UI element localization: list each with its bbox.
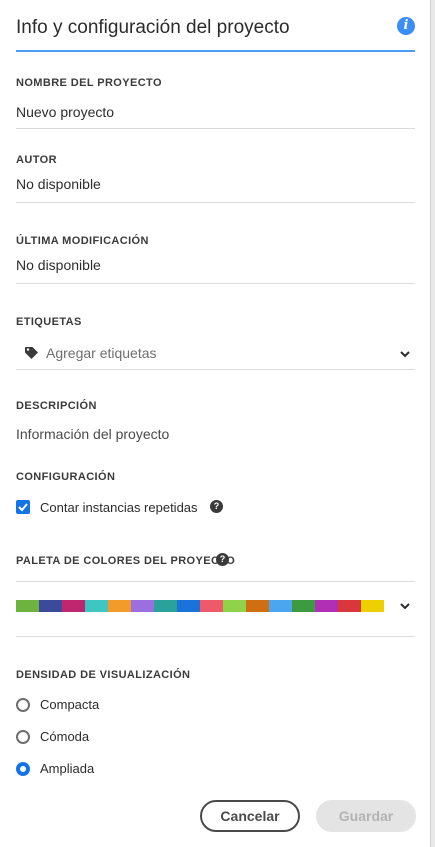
help-icon[interactable]: ? — [216, 553, 229, 566]
radio-compact[interactable] — [16, 698, 30, 712]
count-repeated-checkbox[interactable] — [16, 500, 30, 514]
tag-icon — [25, 347, 38, 359]
divider — [16, 202, 415, 203]
palette-swatch — [85, 600, 108, 612]
tags-label: ETIQUETAS — [16, 316, 82, 328]
info-icon[interactable]: i — [397, 17, 415, 35]
count-repeated-label[interactable]: Contar instancias repetidas — [40, 500, 198, 515]
project-name-field[interactable]: Nuevo proyecto — [16, 104, 114, 120]
chevron-down-icon[interactable] — [399, 348, 411, 360]
help-icon[interactable]: ? — [210, 500, 223, 513]
description-field[interactable]: Información del proyecto — [16, 426, 169, 442]
dialog-title: Info y configuración del proyecto — [16, 17, 290, 38]
palette-swatch — [223, 600, 246, 612]
tags-placeholder: Agregar etiquetas — [46, 345, 157, 361]
palette-swatch — [154, 600, 177, 612]
divider — [16, 636, 415, 637]
palette-swatch — [246, 600, 269, 612]
palette-swatch — [338, 600, 361, 612]
palette-swatch — [39, 600, 62, 612]
palette-swatch — [108, 600, 131, 612]
last-modified-value: No disponible — [16, 257, 101, 273]
project-settings-dialog: Info y configuración del proyecto i NOMB… — [0, 0, 431, 847]
radio-comfortable-label[interactable]: Cómoda — [40, 729, 89, 744]
author-label: AUTOR — [16, 154, 57, 166]
chevron-down-icon[interactable] — [399, 600, 411, 612]
save-button[interactable]: Guardar — [316, 800, 416, 832]
palette-swatch — [361, 600, 384, 612]
palette-swatch — [177, 600, 200, 612]
radio-comfortable[interactable] — [16, 730, 30, 744]
divider — [16, 283, 415, 284]
palette-swatch — [200, 600, 223, 612]
radio-expanded-label[interactable]: Ampliada — [40, 761, 94, 776]
author-value: No disponible — [16, 176, 101, 192]
palette-swatch — [292, 600, 315, 612]
color-palette[interactable] — [16, 600, 384, 612]
divider — [16, 581, 415, 582]
palette-swatch — [131, 600, 154, 612]
palette-swatch — [269, 600, 292, 612]
description-label: DESCRIPCIÓN — [16, 400, 97, 412]
divider — [16, 128, 415, 129]
cancel-button[interactable]: Cancelar — [200, 800, 300, 832]
divider — [16, 369, 415, 370]
settings-label: CONFIGURACIÓN — [16, 471, 116, 483]
radio-compact-label[interactable]: Compacta — [40, 697, 99, 712]
palette-swatch — [315, 600, 338, 612]
palette-swatch — [62, 600, 85, 612]
radio-expanded[interactable] — [16, 762, 30, 776]
density-label: DENSIDAD DE VISUALIZACIÓN — [16, 669, 191, 681]
dialog-header: Info y configuración del proyecto i — [16, 16, 415, 52]
last-modified-label: ÚLTIMA MODIFICACIÓN — [16, 235, 149, 247]
project-name-label: NOMBRE DEL PROYECTO — [16, 77, 162, 89]
checkmark-icon — [18, 503, 28, 512]
tags-input[interactable]: Agregar etiquetas — [16, 340, 415, 368]
palette-swatch — [16, 600, 39, 612]
palette-label: PALETA DE COLORES DEL PROYECTO — [16, 555, 236, 567]
